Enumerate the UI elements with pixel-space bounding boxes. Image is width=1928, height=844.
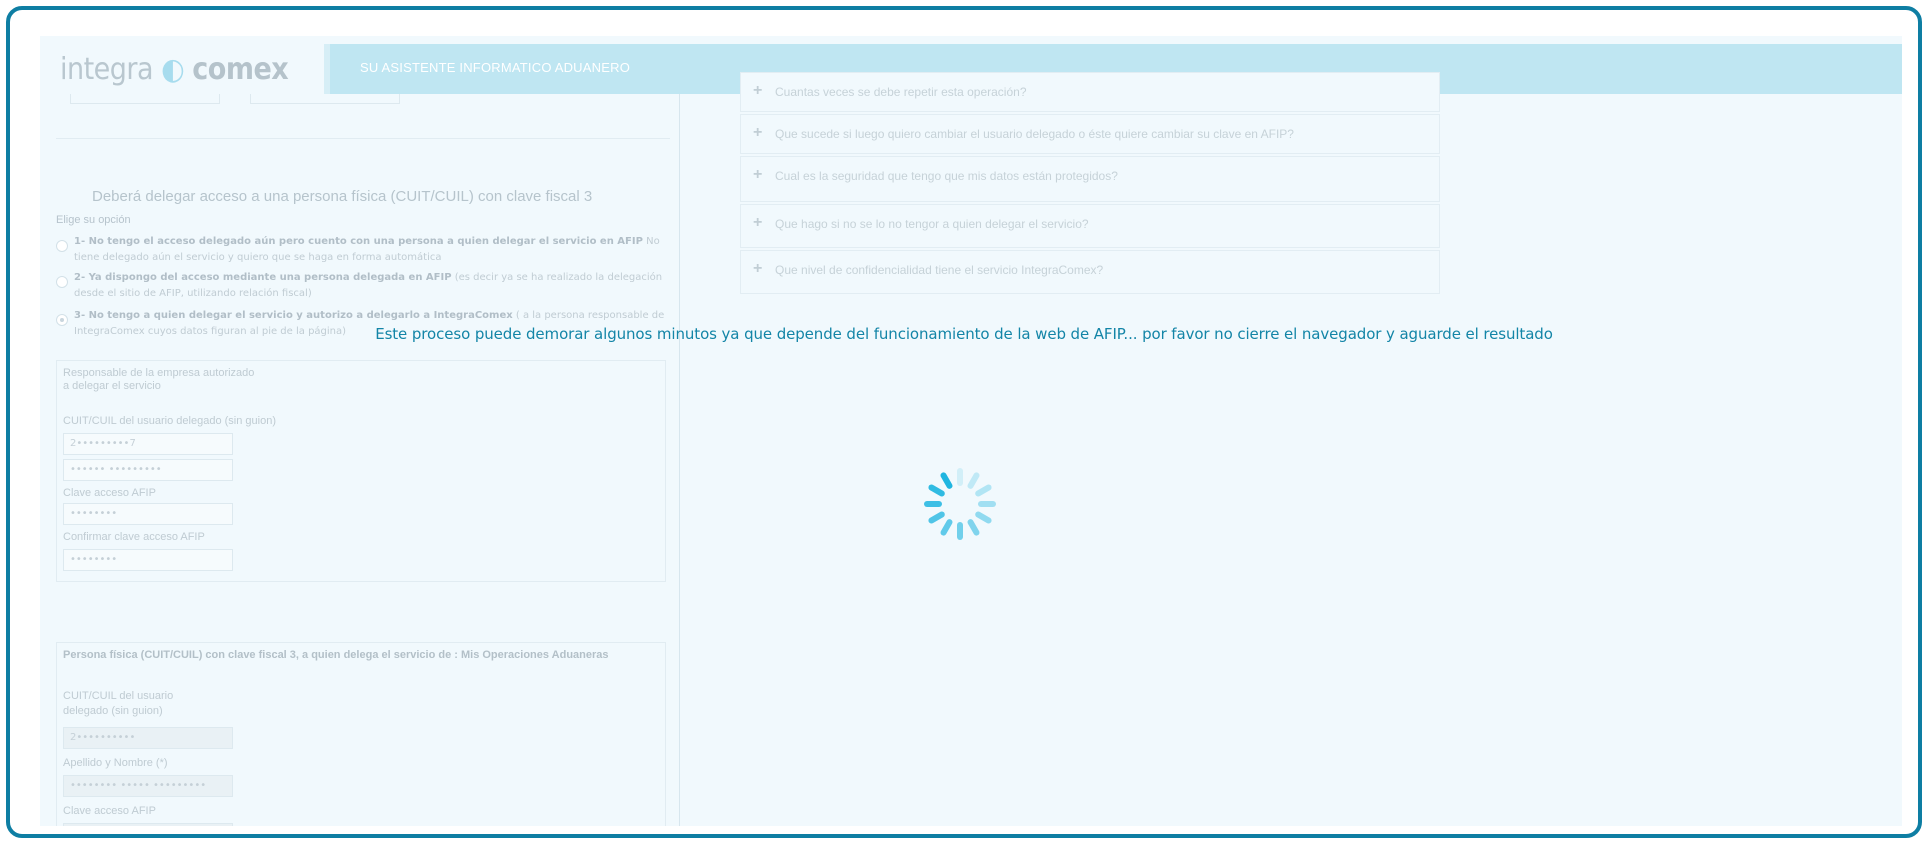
persona-name-input[interactable]: •••••••• ••••• •••••••••: [63, 775, 233, 797]
option-1-radio[interactable]: [56, 240, 68, 252]
spinner-dash: [924, 501, 942, 507]
loading-spinner-icon: [920, 464, 1000, 544]
option-1-title: 1- No tengo el acceso delegado aún pero …: [74, 236, 643, 247]
faq-question: Cuantas veces se debe repetir esta opera…: [775, 85, 1027, 99]
delegation-form-panel: Deberá delegar acceso a una persona físi…: [40, 94, 680, 826]
logo[interactable]: integra ◐ comex: [40, 44, 330, 94]
logo-text-integra: integra: [60, 52, 154, 87]
choose-option-label: Elige su opción: [56, 214, 131, 226]
confirm-clave-label: Confirmar clave acceso AFIP: [63, 531, 205, 543]
persona-clave-label: Clave acceso AFIP: [63, 805, 156, 817]
spinner-dash: [939, 471, 954, 490]
option-2[interactable]: 2- Ya dispongo del acceso mediante una p…: [56, 270, 676, 304]
plus-icon: +: [753, 166, 763, 183]
cuit-input[interactable]: 2•••••••••7: [63, 433, 233, 455]
plus-icon: +: [753, 124, 763, 141]
persona-title: Persona física (CUIT/CUIL) con clave fis…: [63, 649, 609, 661]
persona-box: Persona física (CUIT/CUIL) con clave fis…: [56, 642, 666, 826]
persona-cuit-input[interactable]: 2••••••••••: [63, 727, 233, 749]
faq-question: Que hago si no se lo no tengor a quien d…: [775, 217, 1089, 231]
page-viewport: integra ◐ comex SU ASISTENTE INFORMATICO…: [40, 36, 1902, 826]
clave-label: Clave acceso AFIP: [63, 487, 156, 499]
faq-item[interactable]: + Que nivel de confidencialidad tiene el…: [740, 250, 1440, 294]
top-input-2[interactable]: [250, 94, 400, 104]
section-title: Deberá delegar acceso a una persona físi…: [92, 188, 593, 205]
cuit-label: CUIT/CUIL del usuario delegado (sin guio…: [63, 415, 276, 427]
spinner-dash: [927, 510, 946, 525]
spinner-dash: [957, 522, 963, 540]
spinner-dash: [966, 471, 981, 490]
faq-question: Cual es la seguridad que tengo que mis d…: [775, 169, 1118, 183]
plus-icon: +: [753, 82, 763, 99]
persona-clave-input[interactable]: [63, 823, 233, 826]
faq-item[interactable]: + Cuantas veces se debe repetir esta ope…: [740, 72, 1440, 112]
option-1[interactable]: 1- No tengo el acceso delegado aún pero …: [56, 234, 676, 268]
divider: [56, 138, 670, 139]
plus-icon: +: [753, 214, 763, 231]
confirm-clave-input[interactable]: ••••••••: [63, 549, 233, 571]
logo-icon: ◐: [161, 52, 185, 87]
responsable-box: Responsable de la empresa autorizado a d…: [56, 360, 666, 582]
responsable-title: Responsable de la empresa autorizado a d…: [63, 367, 255, 392]
option-2-radio[interactable]: [56, 276, 68, 288]
spinner-dash: [974, 510, 993, 525]
name-input[interactable]: •••••• •••••••••: [63, 459, 233, 481]
faq-question: Que sucede si luego quiero cambiar el us…: [775, 127, 1294, 141]
plus-icon: +: [753, 260, 763, 277]
clave-input[interactable]: ••••••••: [63, 503, 233, 525]
faq-item[interactable]: + Que sucede si luego quiero cambiar el …: [740, 114, 1440, 154]
option-3-title: 3- No tengo a quien delegar el servicio …: [74, 310, 513, 321]
loading-message: Este proceso puede demorar algunos minut…: [375, 325, 1553, 343]
option-2-title: 2- Ya dispongo del acceso mediante una p…: [74, 272, 452, 283]
spinner-dash: [978, 501, 996, 507]
persona-name-label: Apellido y Nombre (*): [63, 757, 168, 769]
spinner-dash: [957, 468, 963, 486]
spinner-dash: [939, 518, 954, 537]
top-input-1[interactable]: [70, 94, 220, 104]
header-tagline: SU ASISTENTE INFORMATICO ADUANERO: [360, 60, 631, 75]
logo-text-comex: comex: [192, 52, 289, 87]
faq-question: Que nivel de confidencialidad tiene el s…: [775, 263, 1104, 277]
browser-frame: integra ◐ comex SU ASISTENTE INFORMATICO…: [6, 6, 1922, 838]
faq-item[interactable]: + Cual es la seguridad que tengo que mis…: [740, 156, 1440, 202]
spinner-dash: [974, 483, 993, 498]
spinner-dash: [927, 483, 946, 498]
persona-cuit-label: CUIT/CUIL del usuario delegado (sin guio…: [63, 690, 174, 717]
spinner-dash: [966, 518, 981, 537]
faq-item[interactable]: + Que hago si no se lo no tengor a quien…: [740, 204, 1440, 248]
